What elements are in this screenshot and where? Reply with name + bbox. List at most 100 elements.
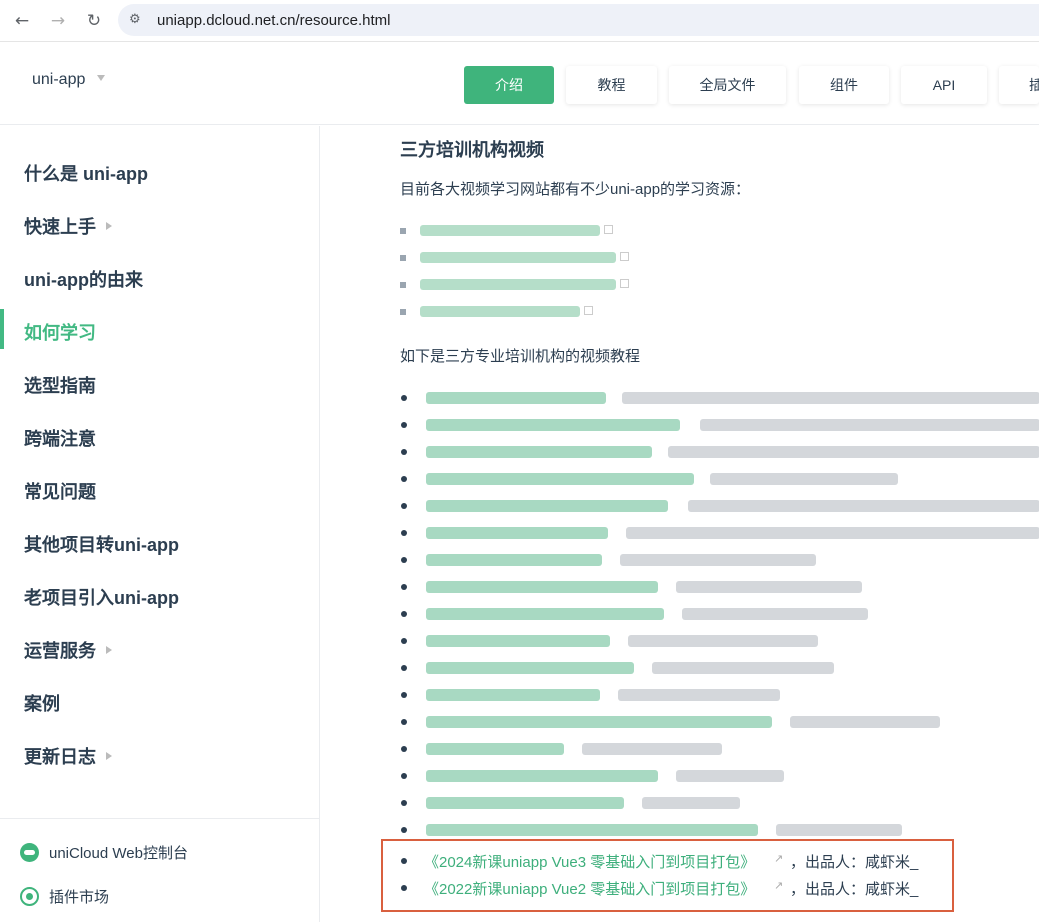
blurred-link[interactable]: [420, 252, 616, 263]
list-item[interactable]: [400, 578, 1039, 596]
bullet: [401, 858, 407, 864]
tab-intro[interactable]: 介绍: [464, 66, 554, 104]
blurred-link[interactable]: [426, 527, 608, 539]
square-bullet-icon: [400, 282, 406, 288]
blurred-link[interactable]: [426, 554, 602, 566]
blurred-link[interactable]: [426, 770, 658, 782]
list-item[interactable]: [400, 605, 1039, 623]
tab-components[interactable]: 组件: [799, 66, 889, 104]
blurred-text: [710, 473, 898, 485]
blurred-text: [668, 446, 1039, 458]
list-item[interactable]: [400, 794, 1039, 812]
bullet: [401, 800, 407, 806]
blurred-link[interactable]: [426, 608, 664, 620]
sidebar-item-changelog[interactable]: 更新日志: [24, 743, 112, 769]
blurred-link[interactable]: [426, 743, 564, 755]
brand-caret-down-icon[interactable]: [97, 75, 105, 81]
tab-global-files[interactable]: 全局文件: [669, 66, 786, 104]
blurred-link[interactable]: [426, 419, 680, 431]
blurred-link[interactable]: [426, 473, 694, 485]
course-author: ，出品人：咸虾米_: [790, 854, 919, 871]
site-info-icon[interactable]: ⚙: [129, 12, 145, 28]
bullet: [401, 422, 407, 428]
sidebar-item-label: 更新日志: [24, 747, 96, 767]
sidebar-item-how-to-learn[interactable]: 如何学习: [24, 319, 96, 345]
sidebar-item-cases[interactable]: 案例: [24, 690, 60, 716]
brand-selector[interactable]: uni-app: [32, 71, 85, 89]
sidebar-item-quick-start[interactable]: 快速上手: [24, 213, 112, 239]
sidebar-item-what-is-uniapp[interactable]: 什么是 uni-app: [24, 160, 148, 186]
blurred-link[interactable]: [426, 500, 668, 512]
list-item[interactable]: [400, 443, 1039, 461]
blurred-link[interactable]: [420, 225, 600, 236]
sidebar-item-cross-platform[interactable]: 跨端注意: [24, 425, 96, 451]
tab-plugins[interactable]: 插: [999, 66, 1039, 104]
tab-api[interactable]: API: [901, 66, 987, 104]
blurred-link[interactable]: [420, 306, 580, 317]
list-item[interactable]: [400, 713, 1039, 731]
forward-arrow-icon[interactable]: →: [46, 9, 70, 33]
blurred-link[interactable]: [426, 689, 600, 701]
sidebar-item-operations[interactable]: 运营服务: [24, 637, 112, 663]
address-bar[interactable]: ⚙ uniapp.dcloud.net.cn/resource.html: [118, 4, 1039, 36]
sidebar-item-label: 如何学习: [24, 323, 96, 343]
blurred-text: [682, 608, 868, 620]
unicloud-console-link[interactable]: uniCloud Web控制台: [20, 842, 188, 864]
course-link-vue3[interactable]: 《2024新课uniapp Vue3 零基础入门到项目打包》: [424, 851, 755, 872]
external-link-icon: [584, 306, 593, 315]
blurred-link[interactable]: [426, 392, 606, 404]
sidebar-item-faq[interactable]: 常见问题: [24, 478, 96, 504]
list-item[interactable]: [400, 740, 1039, 758]
sidebar-item-migrate[interactable]: 其他项目转uni-app: [24, 531, 179, 557]
url-text[interactable]: uniapp.dcloud.net.cn/resource.html: [157, 12, 390, 29]
plugin-market-link[interactable]: 插件市场: [20, 886, 109, 908]
list-item[interactable]: [400, 632, 1039, 650]
sidebar-item-label: 什么是 uni-app: [24, 164, 148, 184]
blurred-link[interactable]: [426, 581, 658, 593]
sidebar-item-label: 其他项目转uni-app: [24, 535, 179, 555]
blurred-link[interactable]: [426, 446, 652, 458]
list-item[interactable]: [400, 767, 1039, 785]
list-item[interactable]: [400, 389, 1039, 407]
list-item[interactable]: [400, 821, 1039, 839]
browser-toolbar: ← → ↻ ⚙ uniapp.dcloud.net.cn/resource.ht…: [0, 0, 1039, 42]
plugin-market-label: 插件市场: [49, 889, 110, 906]
sidebar-divider: [0, 818, 320, 819]
blurred-text: [582, 743, 722, 755]
sidebar-item-label: 运营服务: [24, 641, 96, 661]
blurred-link[interactable]: [426, 797, 624, 809]
list-item[interactable]: [400, 470, 1039, 488]
blurred-link[interactable]: [426, 824, 758, 836]
external-link-icon: ↗: [774, 852, 784, 865]
bullet: [401, 557, 407, 563]
list-item[interactable]: [400, 551, 1039, 569]
list-item[interactable]: [400, 659, 1039, 677]
list-item[interactable]: [400, 524, 1039, 542]
blurred-link[interactable]: [420, 279, 616, 290]
reload-icon[interactable]: ↻: [82, 9, 106, 33]
main-content: 三方培训机构视频 目前各大视频学习网站都有不少uni-app的学习资源： 如下是…: [321, 126, 1039, 922]
external-link-icon: [620, 279, 629, 288]
course-link-vue2[interactable]: 《2022新课uniapp Vue2 零基础入门到项目打包》: [424, 878, 755, 899]
square-bullet-icon: [400, 309, 406, 315]
sidebar-item-label: 常见问题: [24, 482, 96, 502]
bullet: [401, 746, 407, 752]
blurred-link[interactable]: [426, 635, 610, 647]
blurred-text: [620, 554, 816, 566]
blurred-text: [642, 797, 740, 809]
list-item[interactable]: [400, 416, 1039, 434]
course-author: ，出品人：咸虾米_: [790, 881, 919, 898]
highlight-box: [381, 839, 954, 912]
tab-tutorial[interactable]: 教程: [566, 66, 657, 104]
back-arrow-icon[interactable]: ←: [10, 9, 34, 33]
sidebar-item-legacy[interactable]: 老项目引入uni-app: [24, 584, 179, 610]
chevron-right-icon: [106, 222, 112, 231]
blurred-text: [776, 824, 902, 836]
bullet: [401, 395, 407, 401]
list-item[interactable]: [400, 497, 1039, 515]
sidebar-item-selection-guide[interactable]: 选型指南: [24, 372, 96, 398]
blurred-link[interactable]: [426, 716, 772, 728]
blurred-link[interactable]: [426, 662, 634, 674]
sidebar-item-origin[interactable]: uni-app的由来: [24, 266, 143, 292]
list-item[interactable]: [400, 686, 1039, 704]
